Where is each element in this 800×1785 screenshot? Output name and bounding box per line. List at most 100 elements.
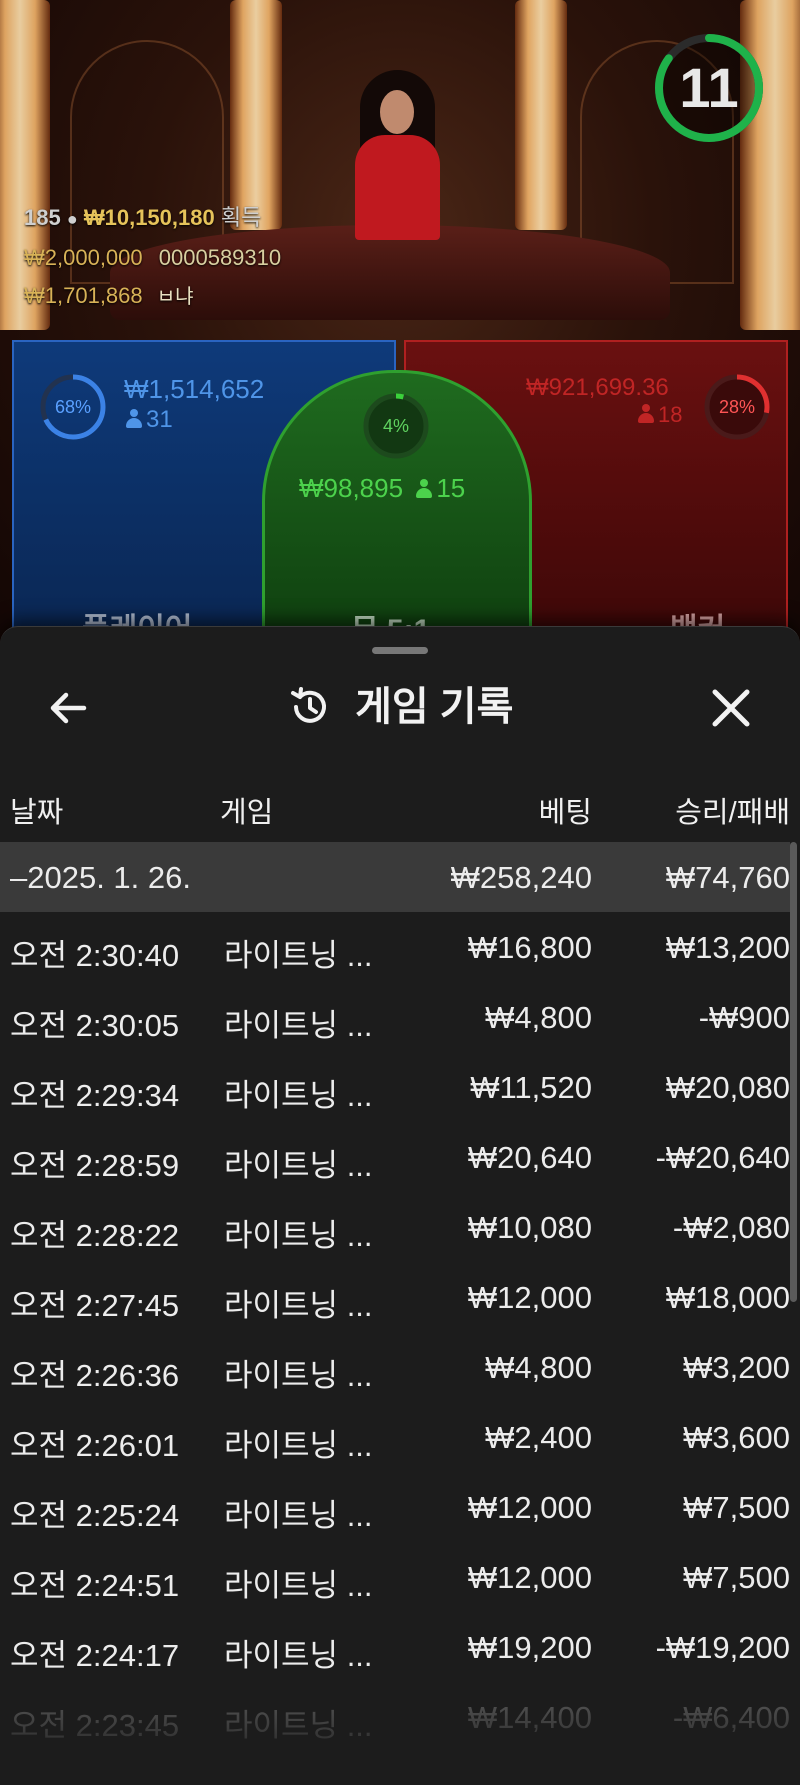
balance-line: ₩2,000,000 0000589310 — [24, 245, 281, 271]
column-game: 게임 — [220, 797, 274, 829]
row-bet: ₩19,200 — [467, 1630, 592, 1665]
row-bet: ₩16,800 — [467, 930, 592, 965]
date-summary-row[interactable]: –2025. 1. 26. ₩258,240 ₩74,760 — [0, 842, 790, 912]
row-time: 오전 2:27:45 — [10, 1288, 180, 1323]
row-bet: ₩20,640 — [467, 1140, 592, 1175]
row-time: 오전 2:24:17 — [10, 1638, 180, 1673]
row-result: -₩20,640 — [655, 1140, 790, 1175]
row-bet: ₩12,000 — [467, 1490, 592, 1525]
row-bet: ₩4,800 — [485, 1350, 592, 1385]
row-game: 라이트닝 ... — [224, 1218, 373, 1253]
history-row[interactable]: 오전 2:29:34 라이트닝 ... ₩11,520 ₩20,080 — [0, 1052, 790, 1122]
bet-total-value: ₩1,701,868 — [24, 283, 143, 308]
bet-total-line: ₩1,701,868 ㅂ냐 — [24, 280, 194, 309]
row-result: ₩3,600 — [683, 1420, 790, 1455]
tie-percent-ring: 4% — [361, 391, 431, 461]
row-result: ₩13,200 — [665, 930, 790, 965]
row-result: -₩19,200 — [655, 1630, 790, 1665]
row-bet: ₩11,520 — [470, 1070, 592, 1105]
history-table-body: –2025. 1. 26. ₩258,240 ₩74,760 오전 2:30:4… — [0, 842, 800, 1752]
row-result: ₩3,200 — [683, 1350, 790, 1385]
history-icon — [290, 687, 326, 723]
close-icon — [712, 689, 750, 727]
scrollbar[interactable] — [790, 842, 797, 1302]
win-amount: ₩10,150,180 — [83, 205, 215, 230]
row-result: ₩18,000 — [665, 1280, 790, 1315]
row-game: 라이트닝 ... — [224, 938, 373, 973]
row-bet: ₩10,080 — [467, 1210, 592, 1245]
player-bet-amount: ₩1,514,652 — [124, 374, 265, 404]
row-time: 오전 2:24:51 — [10, 1568, 180, 1603]
row-game: 라이트닝 ... — [224, 1288, 373, 1323]
row-time: 오전 2:23:45 — [10, 1708, 180, 1743]
column-date: 날짜 — [10, 797, 64, 829]
bet-area: 68% ₩1,514,652 31 플레이어 28% ₩921,699.36 1… — [0, 340, 800, 676]
person-icon — [638, 404, 654, 424]
column-result: 승리/패배 — [675, 797, 790, 829]
history-row[interactable]: 오전 2:30:40 라이트닝 ... ₩16,800 ₩13,200 — [0, 912, 790, 982]
history-row[interactable]: 오전 2:30:05 라이트닝 ... ₩4,800 -₩900 — [0, 982, 790, 1052]
person-icon: ● — [66, 209, 78, 229]
row-result: ₩7,500 — [683, 1490, 790, 1525]
history-row[interactable]: 오전 2:24:51 라이트닝 ... ₩12,000 ₩7,500 — [0, 1542, 790, 1612]
banker-bettor-count: 18 — [638, 402, 682, 428]
row-time: 오전 2:26:01 — [10, 1428, 180, 1463]
player-percent-ring: 68% — [38, 372, 108, 442]
row-game: 라이트닝 ... — [224, 1498, 373, 1533]
history-row[interactable]: 오전 2:23:45 라이트닝 ... ₩14,400 -₩6,400 — [0, 1682, 790, 1752]
row-result: ₩20,080 — [665, 1070, 790, 1105]
row-game: 라이트닝 ... — [224, 1078, 373, 1113]
row-result: -₩6,400 — [672, 1700, 790, 1735]
history-row[interactable]: 오전 2:28:22 라이트닝 ... ₩10,080 -₩2,080 — [0, 1192, 790, 1262]
row-time: 오전 2:30:05 — [10, 1008, 180, 1043]
history-row[interactable]: 오전 2:25:24 라이트닝 ... ₩12,000 ₩7,500 — [0, 1472, 790, 1542]
tie-percent: 4% — [382, 416, 409, 436]
history-row[interactable]: 오전 2:24:17 라이트닝 ... ₩19,200 -₩19,200 — [0, 1612, 790, 1682]
row-game: 라이트닝 ... — [224, 1358, 373, 1393]
banker-percent: 28% — [718, 397, 756, 417]
row-result: -₩900 — [698, 1000, 790, 1035]
row-game: 라이트닝 ... — [224, 1148, 373, 1183]
player-bettor-count: 31 — [126, 406, 173, 434]
history-row[interactable]: 오전 2:28:59 라이트닝 ... ₩20,640 -₩20,640 — [0, 1122, 790, 1192]
summary-bet: ₩258,240 — [450, 860, 592, 895]
row-time: 오전 2:29:34 — [10, 1078, 180, 1113]
history-row[interactable]: 오전 2:26:01 라이트닝 ... ₩2,400 ₩3,600 — [0, 1402, 790, 1472]
round-id: 0000589310 — [158, 245, 282, 270]
bet-total-label: ㅂ냐 — [156, 286, 194, 308]
row-bet: ₩12,000 — [467, 1560, 592, 1595]
decor-pillar — [230, 0, 282, 230]
history-row[interactable]: 오전 2:27:45 라이트닝 ... ₩12,000 ₩18,000 — [0, 1262, 790, 1332]
column-bet: 베팅 — [538, 797, 592, 829]
row-result: -₩2,080 — [672, 1210, 790, 1245]
round-timer: 11 — [653, 32, 765, 144]
sheet-drag-handle[interactable] — [372, 647, 428, 654]
row-game: 라이트닝 ... — [224, 1568, 373, 1603]
row-time: 오전 2:30:40 — [10, 938, 180, 973]
history-row[interactable]: 오전 2:26:36 라이트닝 ... ₩4,800 ₩3,200 — [0, 1332, 790, 1402]
person-icon — [126, 409, 142, 429]
player-win-summary: 185 ● ₩10,150,180 획득 — [24, 200, 261, 232]
row-bet: ₩14,400 — [467, 1700, 592, 1735]
row-game: 라이트닝 ... — [224, 1638, 373, 1673]
decor-pillar — [515, 0, 567, 230]
tie-bet-amount: ₩98,895 15 — [299, 473, 466, 503]
sheet-header: 게임 기록 — [0, 677, 800, 737]
close-button[interactable] — [702, 679, 760, 737]
row-result: ₩7,500 — [683, 1560, 790, 1595]
balance-value: ₩2,000,000 — [24, 245, 143, 270]
row-time: 오전 2:28:59 — [10, 1148, 180, 1183]
row-bet: ₩2,400 — [485, 1420, 592, 1455]
row-time: 오전 2:26:36 — [10, 1358, 180, 1393]
person-icon — [416, 479, 433, 499]
summary-result: ₩74,760 — [665, 860, 790, 895]
player-count: 185 — [24, 205, 61, 230]
player-percent: 68% — [54, 397, 92, 417]
dealer — [350, 70, 445, 240]
banker-percent-ring: 28% — [702, 372, 772, 442]
game-history-sheet: 게임 기록 날짜 게임 베팅 승리/패배 –2025. 1. 26. ₩258,… — [0, 626, 800, 1785]
banker-bet-amount: ₩921,699.36 — [526, 374, 669, 401]
row-time: 오전 2:28:22 — [10, 1218, 180, 1253]
win-label: 획득 — [220, 205, 262, 230]
sheet-title: 게임 기록 — [355, 685, 514, 729]
